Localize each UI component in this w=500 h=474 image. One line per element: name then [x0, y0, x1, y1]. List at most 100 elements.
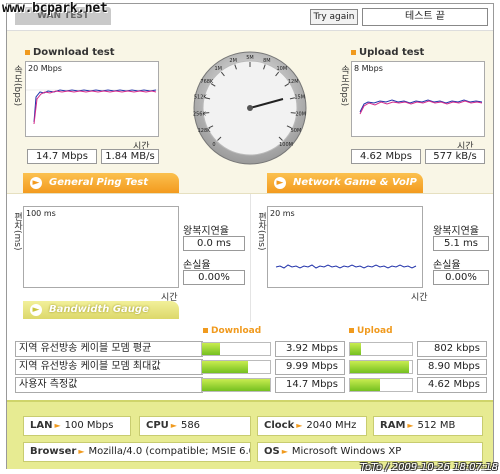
ping-rtt-value: 0.0 ms: [183, 236, 245, 251]
upload-y-axis-label: 속도(bps): [339, 65, 349, 107]
speedtest-window: WAN TEST Try again 테스트 끝 Download test 속…: [6, 3, 494, 469]
ping-loss-label: 손실율: [183, 260, 211, 271]
gauge-tick-label: 20M: [295, 112, 306, 118]
ram-key: RAM: [380, 420, 406, 431]
bandwidth-row-label: 지역 유선방송 케이블 모뎀 최대값: [15, 359, 203, 375]
ping-rtt-label: 왕복지연율: [183, 226, 229, 237]
arrow-icon: ►: [54, 421, 61, 430]
arrow-icon: ►: [30, 177, 42, 189]
cpu-value: 586: [180, 420, 201, 431]
download-bar: [201, 360, 271, 374]
speed-gauge: 0 128K 256K 512K 768K 1M 2M 5M 8M 10M 12M 15M 20M 50M…: [193, 35, 307, 185]
ping-scale-label: 100 ms: [26, 209, 56, 218]
game-graph: 20 ms: [267, 206, 423, 288]
upload-graph: 8 Mbps: [351, 61, 485, 137]
gauge-tick-label: 15M: [294, 95, 305, 101]
browser-key: Browser: [30, 446, 77, 457]
download-speed-bps: 14.7 Mbps: [27, 149, 97, 164]
bandwidth-row-label: 지역 유선방송 케이블 모뎀 평균: [15, 341, 203, 357]
gauge-tick-label: 50M: [291, 128, 302, 134]
upload-bar-value: 802 kbps: [417, 341, 487, 357]
upload-line-2: [359, 100, 483, 115]
upload-bar-value: 4.62 Mbps: [417, 377, 487, 393]
lan-key: LAN: [30, 420, 53, 431]
gauge-tick-label: 100M: [279, 142, 293, 148]
arrow-icon: ►: [296, 421, 303, 430]
download-speed-bytes: 1.84 MB/s: [101, 149, 159, 164]
arrow-icon: ►: [281, 447, 288, 456]
game-loss-value: 0.00%: [433, 270, 489, 285]
upload-speed-bps: 4.62 Mbps: [351, 149, 421, 164]
upload-bar-fill: [350, 343, 361, 355]
gauge-tick-label: 256K: [193, 112, 206, 118]
download-bar: [201, 342, 271, 356]
arrow-icon: ►: [274, 177, 286, 189]
download-graph: 20 Mbps: [25, 61, 159, 137]
arrow-icon: ►: [407, 421, 414, 430]
upload-bar: [349, 360, 413, 374]
site-watermark: www.bcpark.net: [2, 1, 108, 16]
tab-general-ping-test[interactable]: ► General Ping Test: [23, 173, 179, 193]
game-latency-line: [275, 264, 417, 269]
lan-value: 100 Mbps: [64, 420, 114, 431]
download-bar: [201, 378, 271, 392]
upload-bar: [349, 378, 413, 392]
gauge-tick-label: 5M: [246, 55, 254, 61]
ram-value: 512 MB: [417, 420, 456, 431]
game-rtt-label: 왕복지연율: [433, 226, 479, 237]
footer-signature: ToTo / 2009-10-26 18:07:18: [360, 462, 498, 473]
system-info-panel: LAN ► 100 Mbps CPU ► 586 Clock ► 2040 MHz RAM ►…: [7, 400, 493, 469]
download-bar-value: 14.7 Mbps: [275, 377, 345, 393]
download-bar-fill: [202, 361, 249, 373]
upload-bar-fill: [350, 379, 381, 391]
gauge-tick-label: 12M: [288, 79, 299, 85]
bandwidth-row-label: 사용자 측정값: [15, 377, 203, 393]
download-bar-fill: [202, 343, 221, 355]
download-bar-value: 3.92 Mbps: [275, 341, 345, 357]
bandwidth-gauge-label: Bandwidth Gauge: [49, 304, 149, 315]
gauge-tick-label: 10M: [276, 66, 287, 72]
try-again-button[interactable]: Try again: [310, 9, 358, 25]
game-rtt-value: 5.1 ms: [433, 236, 489, 251]
cpu-info: CPU ► 586: [139, 416, 251, 436]
download-line: [33, 89, 157, 123]
clock-value: 2040 MHz: [306, 420, 357, 431]
game-test-panel: 편차(ms) 20 ms 시간 왕복지연율 5.1 ms 손실율 0.00%: [250, 194, 493, 322]
download-line-2: [33, 90, 157, 125]
upload-speed-bytes: 577 kB/s: [425, 149, 485, 164]
ram-info: RAM ► 512 MB: [373, 416, 483, 436]
speed-test-panel: Download test 속도(bps) 20 Mbps 시간 14.7 Mb…: [7, 30, 493, 208]
gauge-tick-label: 8M: [263, 58, 271, 64]
arrow-icon: ►: [30, 304, 42, 316]
clock-info: Clock ► 2040 MHz: [257, 416, 367, 436]
general-ping-test-label: General Ping Test: [49, 177, 149, 188]
ping-test-panel: 편차(ms) 100 ms 시간 왕복지연율 0.0 ms 손실율 0.00% …: [7, 194, 250, 322]
browser-value: Mozilla/4.0 (compatible; MSIE 6.0: [88, 446, 251, 457]
game-loss-label: 손실율: [433, 260, 461, 271]
gauge-tick-label: 1M: [214, 66, 222, 72]
upload-bar: [349, 342, 413, 356]
bandwidth-table: 지역 유선방송 케이블 모뎀 평균 3.92 Mbps 802 kbps 지역 …: [7, 324, 493, 398]
clock-key: Clock: [264, 420, 295, 431]
download-bar-fill: [202, 379, 270, 391]
gauge-tick-label: 512K: [194, 95, 208, 101]
os-info: OS ► Microsoft Windows XP: [257, 442, 483, 462]
gauge-tick-label: 0: [212, 142, 215, 148]
download-bar-value: 9.99 Mbps: [275, 359, 345, 375]
arrow-icon: ►: [170, 421, 177, 430]
gauge-tick-label: 768K: [200, 79, 214, 85]
tab-bandwidth-gauge[interactable]: ► Bandwidth Gauge: [23, 301, 179, 319]
arrow-icon: ►: [78, 447, 85, 456]
os-value: Microsoft Windows XP: [291, 446, 402, 457]
ping-graph: 100 ms: [23, 206, 179, 288]
browser-info: Browser ► Mozilla/4.0 (compatible; MSIE 6.…: [23, 442, 251, 462]
ping-loss-value: 0.00%: [183, 270, 245, 285]
upload-bar-fill: [350, 361, 409, 373]
os-key: OS: [264, 446, 280, 457]
upload-bar-value: 8.90 Mbps: [417, 359, 487, 375]
lan-info: LAN ► 100 Mbps: [23, 416, 131, 436]
tab-network-game-voip-test[interactable]: ► Network Game & VoIP Test: [267, 173, 423, 208]
gauge-tick-label: 2M: [229, 58, 237, 64]
status-display: 테스트 끝: [362, 8, 488, 26]
download-test-title: Download test: [25, 47, 115, 58]
